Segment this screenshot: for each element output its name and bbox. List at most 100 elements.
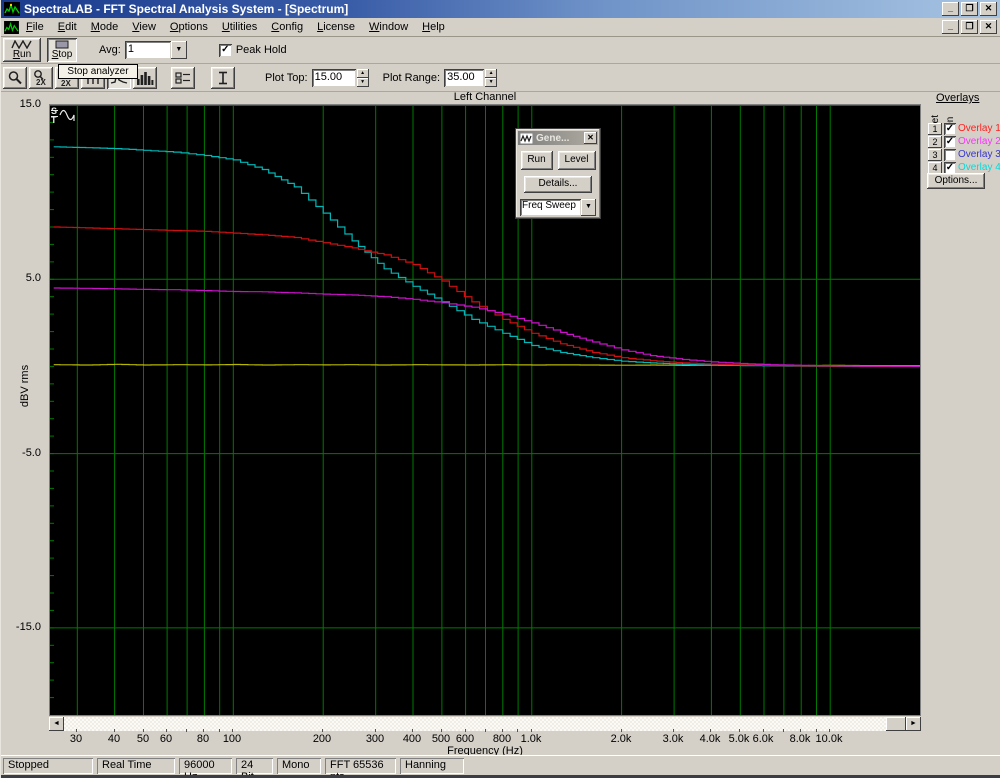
menu-bar: File Edit Mode View Options Utilities Co… (1, 18, 1000, 37)
zoom-in-2x-icon: 2X (32, 69, 50, 87)
marker-button[interactable] (211, 67, 235, 89)
overlay-4-checkbox[interactable]: ✓ (944, 162, 956, 174)
status-run-state: Stopped (3, 758, 93, 774)
restore-button[interactable]: ❐ (961, 2, 978, 16)
x-tick-mark (517, 729, 518, 732)
minimize-button[interactable]: _ (942, 2, 959, 16)
display-settings-button[interactable] (171, 67, 195, 89)
spinner-up-icon[interactable]: ▲ (485, 69, 497, 78)
freq-sweep-value[interactable]: Freq Sweep (520, 199, 581, 216)
overlay-4-set-button[interactable]: 4 (928, 162, 942, 174)
stop-button[interactable]: Stop (47, 38, 77, 62)
x-tick-mark (143, 729, 144, 732)
overlay-3-set-button[interactable]: 3 (928, 149, 942, 161)
scroll-thumb[interactable] (886, 717, 906, 731)
spinner-down-icon[interactable]: ▼ (357, 78, 369, 87)
run-button[interactable]: Run (3, 38, 41, 62)
dialog-close-icon[interactable]: ✕ (584, 132, 597, 144)
status-bit-depth: 24 Bit (236, 758, 273, 774)
freq-sweep-select[interactable]: Freq Sweep ▼ (520, 199, 596, 216)
x-tick-label: 2.0k (601, 733, 641, 745)
x-tick-mark (375, 729, 376, 732)
menu-item-window[interactable]: Window (362, 19, 415, 35)
overlay-3-checkbox[interactable] (944, 149, 956, 161)
y-tick-label: -5.0 (1, 447, 45, 459)
x-tick-label: 1.0k (511, 733, 551, 745)
peak-hold-label: Peak Hold (236, 44, 287, 56)
ibeam-icon (215, 70, 231, 86)
options-button[interactable]: Options... (927, 173, 985, 189)
zoom-in-2x-button[interactable]: 2X (29, 67, 53, 89)
overlay-1-label: Overlay 1 (958, 123, 1000, 134)
zoom-button[interactable] (3, 67, 27, 89)
generator-details-button[interactable]: Details... (524, 176, 592, 193)
menu-item-help[interactable]: Help (415, 19, 452, 35)
child-close-button[interactable]: ✕ (980, 20, 997, 34)
menu-item-file[interactable]: File (19, 19, 51, 35)
application-window: SpectraLAB - FFT Spectral Analysis Syste… (0, 0, 1000, 778)
x-tick-mark (186, 729, 187, 732)
run-button-label: Run (13, 49, 31, 60)
x-tick-mark (203, 729, 204, 732)
status-fft-size: FFT 65536 pts (325, 758, 396, 774)
overlay-2-checkbox[interactable]: ✓ (944, 136, 956, 148)
menu-item-options[interactable]: Options (163, 19, 215, 35)
scroll-left-icon[interactable]: ◄ (49, 717, 64, 731)
x-tick-mark (485, 729, 486, 732)
generator-run-button[interactable]: Run (521, 151, 553, 170)
menu-item-config[interactable]: Config (264, 19, 310, 35)
status-mode: Real Time (97, 758, 175, 774)
stop-button-label: Stop (52, 49, 73, 60)
x-tick-label: 200 (302, 733, 342, 745)
overlay-1-set-button[interactable]: 1 (928, 123, 942, 135)
x-tick-mark (800, 729, 801, 732)
x-tick-mark (763, 729, 764, 732)
x-tick-mark (829, 729, 830, 732)
avg-label: Avg: (99, 44, 121, 56)
child-restore-button[interactable]: ❐ (961, 20, 978, 34)
status-window-function: Hanning (400, 758, 464, 774)
plot-range-input[interactable]: 35.00 (444, 69, 484, 87)
bar-chart-icon (136, 70, 154, 86)
avg-value[interactable]: 1 (125, 41, 171, 59)
overlay-row-1: 1 ✓ Overlay 1 (928, 122, 1000, 135)
spinner-down-icon[interactable]: ▼ (485, 78, 497, 87)
menu-item-view[interactable]: View (125, 19, 163, 35)
x-tick-label: 300 (355, 733, 395, 745)
spinner-up-icon[interactable]: ▲ (357, 69, 369, 78)
menu-item-mode[interactable]: Mode (84, 19, 126, 35)
status-channels: Mono (277, 758, 321, 774)
x-tick-mark (739, 729, 740, 732)
overlays-title: Overlays (936, 92, 1000, 104)
plot-range-spinner[interactable]: ▲ ▼ (485, 69, 497, 87)
scroll-right-icon[interactable]: ► (906, 717, 921, 731)
dialog-title: Gene... (536, 133, 584, 144)
status-bar: Stopped Real Time 96000 Hz 24 Bit Mono F… (1, 755, 1000, 775)
overlay-2-label: Overlay 2 (958, 136, 1000, 147)
menu-item-license[interactable]: License (310, 19, 362, 35)
document-icon[interactable] (4, 21, 19, 34)
toolbar-primary: Run Stop Avg: 1 ▼ ✓ Peak Hold (1, 37, 1000, 64)
peak-hold-checkbox[interactable]: ✓ (219, 44, 232, 57)
overlay-1-checkbox[interactable]: ✓ (944, 123, 956, 135)
generator-icon (520, 133, 533, 144)
child-minimize-button[interactable]: _ (942, 20, 959, 34)
avg-combobox[interactable]: 1 ▼ (125, 41, 187, 59)
y-tick-label: 15.0 (1, 98, 45, 110)
menu-item-edit[interactable]: Edit (51, 19, 84, 35)
spectrum-plot[interactable]: S T (49, 104, 921, 716)
y-tick-label: 5.0 (1, 272, 45, 284)
menu-item-utilities[interactable]: Utilities (215, 19, 264, 35)
waveform-icon (11, 40, 33, 49)
chart-title: Left Channel (49, 91, 921, 103)
plot-top-spinner[interactable]: ▲ ▼ (357, 69, 369, 87)
dropdown-arrow-icon[interactable]: ▼ (581, 199, 596, 216)
y-tick-label: -15.0 (1, 621, 45, 633)
dropdown-arrow-icon[interactable]: ▼ (171, 41, 187, 59)
overlay-2-set-button[interactable]: 2 (928, 136, 942, 148)
plot-top-input[interactable]: 15.00 (312, 69, 356, 87)
dialog-titlebar[interactable]: Gene... ✕ (518, 131, 598, 145)
close-button[interactable]: ✕ (980, 2, 997, 16)
x-tick-mark (621, 729, 622, 732)
generator-level-button[interactable]: Level (558, 151, 596, 170)
